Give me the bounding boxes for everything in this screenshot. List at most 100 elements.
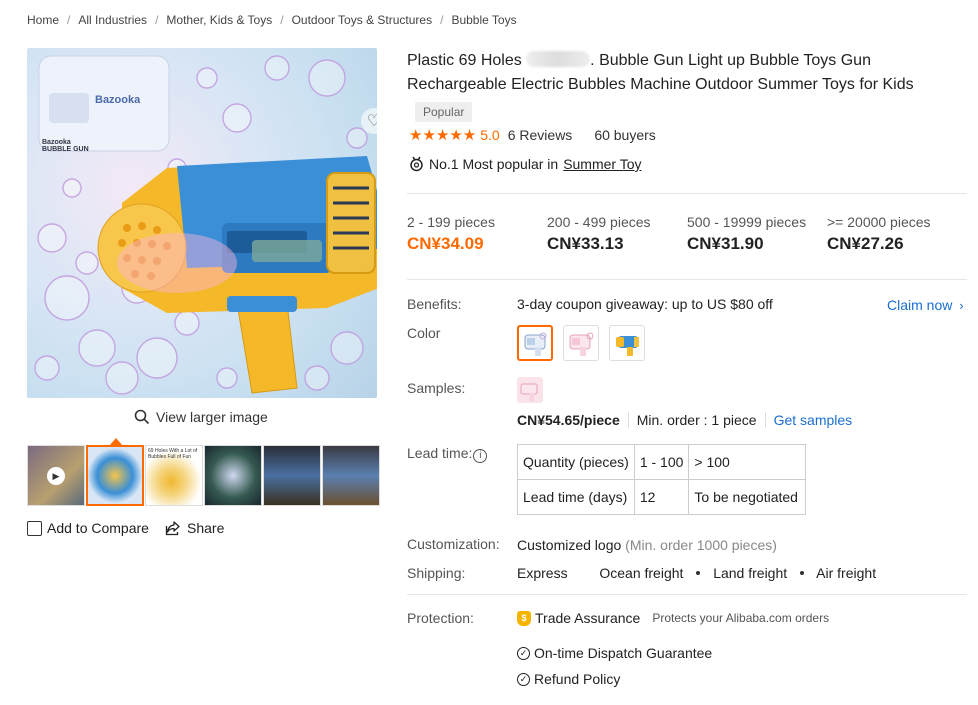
table-cell: To be negotiated [688,479,807,515]
shipping-options: Express Ocean freight Land freight Air f… [517,565,876,581]
thumbnail-6[interactable] [322,445,380,506]
table-cell: Lead time (days) [517,479,635,515]
breadcrumb: Home / All Industries / Mother, Kids & T… [27,13,517,27]
table-row: Lead time (days) 12 To be negotiated [517,479,807,515]
swatch-image [520,383,538,401]
title-part-1: Plastic 69 Holes [407,52,522,69]
shipping-option: Ocean freight [599,565,684,581]
ranking-text: No.1 Most popular in [429,156,559,172]
table-cell: 1 - 100 [633,444,690,480]
breadcrumb-home[interactable]: Home [27,13,59,27]
thumbnail-3-caption: 69 Holes With a Lot of Bubbles Full of F… [148,448,198,460]
separator [764,412,766,428]
shipping-option: Land freight [713,565,788,581]
add-to-compare[interactable]: Add to Compare [27,520,149,536]
main-product-image[interactable]: Bazooka Bazooka BUBBLE GUN ♡ [27,48,377,398]
color-label: Color [407,325,441,341]
rating-score: 5.0 [480,127,500,143]
blurred-brand [526,51,591,67]
protection-label: Protection: [407,610,474,626]
breadcrumb-all-industries[interactable]: All Industries [78,13,147,27]
popular-badge: Popular [415,102,473,122]
search-icon [134,409,150,425]
thumbnail-active-caret [110,438,122,445]
svg-text:BUBBLE GUN: BUBBLE GUN [42,146,89,153]
customization-value-row: Customized logo (Min. order 1000 pieces) [517,537,777,553]
bubble-gun-illustration: Bazooka Bazooka BUBBLE GUN [34,55,377,395]
sample-details: CN¥54.65/piece Min. order : 1 piece Get … [517,412,852,428]
play-icon: ▶ [47,467,65,485]
star-rating-icon: ★★★★★ [409,127,477,144]
share-button[interactable]: Share [165,520,224,536]
tier-quantity: 500 - 19999 pieces [687,214,807,230]
tier-price: CN¥34.09 [407,234,484,253]
tier-price: CN¥27.26 [827,234,904,253]
tier-quantity: 2 - 199 pieces [407,214,495,230]
shipping-option: Express [517,565,568,581]
protection-item-label: Refund Policy [534,671,621,687]
table-cell: Quantity (pieces) [517,444,635,480]
bullet [800,571,805,575]
tier-quantity: 200 - 499 pieces [547,214,651,230]
claim-now-label: Claim now [887,297,953,313]
lead-time-table: Quantity (pieces) 1 - 100 > 100 Lead tim… [517,444,807,515]
breadcrumb-mother-kids-toys[interactable]: Mother, Kids & Toys [166,13,272,27]
customization-note: (Min. order 1000 pieces) [625,537,777,553]
tier-quantity: >= 20000 pieces [827,214,931,230]
thumbnail-video[interactable]: ▶ [27,445,85,506]
table-cell: > 100 [688,444,807,480]
lead-time-label-row: Lead time: i [407,445,488,463]
tier-price: CN¥31.90 [687,234,764,253]
ranking-category-link[interactable]: Summer Toy [563,156,641,172]
price-tiers: 2 - 199 pieces CN¥34.09 200 - 499 pieces… [407,214,967,254]
divider [407,193,967,194]
buyers-count: 60 buyers [594,127,656,143]
price-tier: 2 - 199 pieces CN¥34.09 [407,214,547,254]
color-swatch-blue-yellow[interactable] [609,325,645,361]
sample-swatch[interactable] [517,377,543,403]
table-row: Quantity (pieces) 1 - 100 > 100 [517,444,807,480]
thumbnail-3[interactable]: 69 Holes With a Lot of Bubbles Full of F… [145,445,203,506]
svg-text:Bazooka: Bazooka [42,139,71,146]
trade-assurance-note: Protects your Alibaba.com orders [652,611,830,625]
thumbnail-4[interactable] [204,445,262,506]
customization-label: Customization: [407,536,500,552]
price-tier: 500 - 19999 pieces CN¥31.90 [687,214,827,254]
get-samples-link[interactable]: Get samples [774,412,853,428]
view-larger-label: View larger image [156,409,268,425]
color-swatch-pink-white[interactable] [563,325,599,361]
product-title: Plastic 69 Holes . Bubble Gun Light up B… [407,49,947,97]
share-icon [165,521,180,536]
protection-item: ✓ On-time Dispatch Guarantee [517,645,712,661]
check-circle-icon: ✓ [517,672,530,686]
breadcrumb-outdoor-toys[interactable]: Outdoor Toys & Structures [292,13,433,27]
shipping-option: Air freight [816,565,877,581]
divider [407,594,967,595]
breadcrumb-separator: / [280,13,284,27]
compare-checkbox[interactable] [27,520,42,536]
thumbnail-5[interactable] [263,445,321,506]
rating-row: ★★★★★ 5.0 6 Reviews 60 buyers [409,126,656,144]
swatch-image [569,332,594,356]
sample-price: CN¥54.65/piece [517,412,620,428]
tier-price: CN¥33.13 [547,234,624,253]
info-icon[interactable]: i [473,448,488,463]
check-circle-icon: ✓ [517,646,530,660]
lead-time-label: Lead time: [407,445,473,461]
divider [407,279,967,280]
color-swatches [517,325,645,361]
compare-label: Add to Compare [47,520,149,536]
color-swatch-blue-white[interactable] [517,325,553,361]
breadcrumb-bubble-toys[interactable]: Bubble Toys [451,13,516,27]
protection-item-label: On-time Dispatch Guarantee [534,645,713,661]
benefits-text: 3-day coupon giveaway: up to US $80 off [517,296,773,312]
trade-assurance-label: Trade Assurance [535,610,641,626]
thumbnail-2[interactable] [86,445,144,506]
thumbnail-strip: ▶ 69 Holes With a Lot of Bubbles Full of… [27,445,380,506]
chevron-right-icon: › [959,298,964,313]
view-larger-link[interactable]: View larger image [134,409,268,425]
benefits-label: Benefits: [407,296,462,312]
price-tier: 200 - 499 pieces CN¥33.13 [547,214,687,254]
claim-now-link[interactable]: Claim now › [887,297,964,313]
reviews-link[interactable]: 6 Reviews [508,127,573,143]
